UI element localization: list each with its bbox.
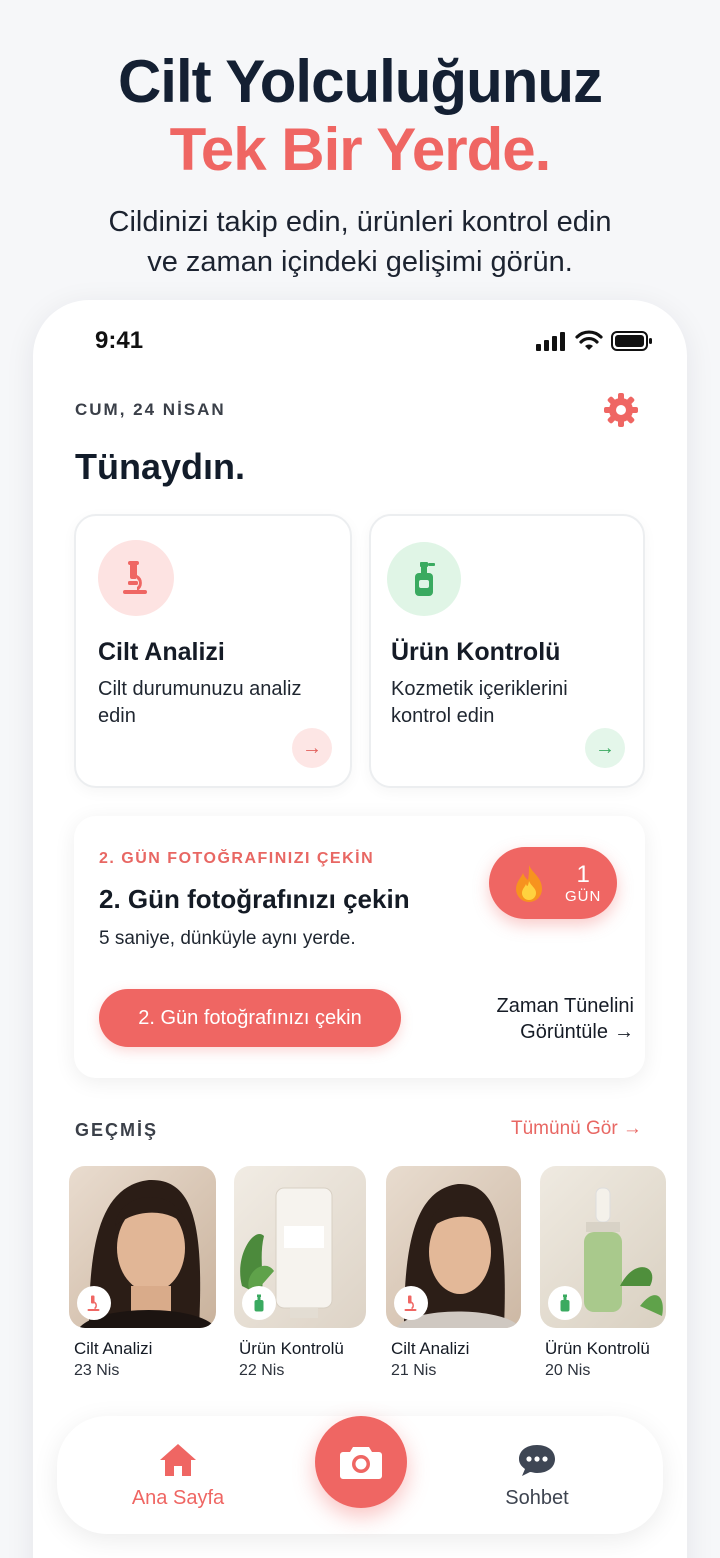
history-item-title: Cilt Analizi <box>391 1339 470 1358</box>
daily-kicker: 2. GÜN FOTOĞRAFINIZI ÇEKİN <box>99 850 375 867</box>
status-icons <box>535 330 653 352</box>
hero-subtitle-line1: Cildinizi takip edin, ürünleri kontrol e… <box>108 206 612 238</box>
hero-title-line2: Tek Bir Yerde. <box>169 116 552 183</box>
status-time: 9:41 <box>95 327 144 354</box>
bottle-icon <box>548 1286 582 1320</box>
history-title: GEÇMİŞ <box>75 1120 159 1140</box>
nav-home[interactable]: Ana Sayfa <box>123 1442 233 1510</box>
history-item[interactable]: Cilt Analizi 23 Nis <box>69 1166 216 1380</box>
history-item-date: 21 Nis <box>391 1362 437 1379</box>
arrow-right-icon[interactable]: → <box>585 728 625 768</box>
gear-icon[interactable] <box>603 392 639 428</box>
bottle-icon <box>242 1286 276 1320</box>
microscope-icon <box>77 1286 111 1320</box>
timeline-line1: Zaman Tünelini <box>496 995 634 1017</box>
nav-chat-label: Sohbet <box>505 1487 569 1509</box>
camera-icon <box>340 1447 382 1479</box>
skin-analysis-card[interactable]: Cilt Analizi Cilt durumunuzu analiz edin… <box>74 514 352 788</box>
header-date: CUM, 24 NİSAN <box>75 400 226 419</box>
phone-frame: 9:41 CUM, 24 NİSAN Tünaydın. Cilt Analiz… <box>33 300 687 1558</box>
history-item-title: Ürün Kontrolü <box>545 1339 650 1358</box>
daily-description: 5 saniye, dünküyle aynı yerde. <box>99 928 356 949</box>
battery-icon <box>611 331 652 351</box>
daily-photo-card: 2. GÜN FOTOĞRAFINIZI ÇEKİN 2. Gün fotoğr… <box>74 816 645 1078</box>
product-photo <box>540 1166 666 1328</box>
nav-home-label: Ana Sayfa <box>131 1487 225 1509</box>
greeting: Tünaydın. <box>75 446 245 487</box>
view-timeline-link[interactable]: Zaman Tünelini Görüntüle → <box>444 993 634 1045</box>
streak-unit: GÜN <box>565 887 602 905</box>
face-photo <box>386 1166 521 1328</box>
history-item-title: Ürün Kontrolü <box>239 1339 344 1358</box>
hero-section: Cilt Yolculuğunuz Tek Bir Yerde. Cildini… <box>0 48 720 282</box>
microscope-icon <box>394 1286 428 1320</box>
history-item-date: 20 Nis <box>545 1362 591 1379</box>
camera-button[interactable] <box>315 1416 407 1508</box>
hero-title: Cilt Yolculuğunuz Tek Bir Yerde. <box>0 48 720 184</box>
product-photo <box>234 1166 366 1328</box>
history-item[interactable]: Ürün Kontrolü 20 Nis <box>540 1166 666 1380</box>
wifi-icon <box>575 330 603 350</box>
take-photo-button[interactable]: 2. Gün fotoğrafınızı çekin <box>99 989 401 1047</box>
history-item-date: 23 Nis <box>74 1362 120 1379</box>
nav-chat[interactable]: Sohbet <box>487 1442 587 1510</box>
home-icon <box>160 1444 196 1476</box>
fire-icon <box>516 865 542 902</box>
streak-count: 1 GÜN <box>565 860 602 905</box>
product-check-card[interactable]: Ürün Kontrolü Kozmetik içeriklerini kont… <box>369 514 645 788</box>
arrow-right-icon: → <box>614 1021 634 1043</box>
streak-badge: 1 GÜN <box>489 847 617 919</box>
status-bar: 9:41 <box>95 326 653 356</box>
see-all-link[interactable]: Tümünü Gör → <box>511 1118 642 1140</box>
streak-number: 1 <box>576 860 590 888</box>
face-photo <box>69 1166 216 1328</box>
hero-subtitle: Cildinizi takip edin, ürünleri kontrol e… <box>0 202 720 282</box>
hero-subtitle-line2: ve zaman içindeki gelişimi görün. <box>147 246 573 278</box>
bottle-icon <box>387 542 461 616</box>
daily-title: 2. Gün fotoğrafınızı çekin <box>99 884 410 914</box>
timeline-line2: Görüntüle <box>520 1021 608 1043</box>
history-item-date: 22 Nis <box>239 1362 285 1379</box>
arrow-right-icon[interactable]: → <box>292 728 332 768</box>
skin-analysis-description: Cilt durumunuzu analiz edin <box>98 678 302 727</box>
skin-analysis-title: Cilt Analizi <box>98 638 225 666</box>
signal-icon <box>536 332 565 351</box>
product-check-description: Kozmetik içeriklerini kontrol edin <box>391 678 568 727</box>
history-item[interactable]: Cilt Analizi 21 Nis <box>386 1166 521 1380</box>
microscope-icon <box>98 540 174 616</box>
chat-icon <box>519 1445 555 1476</box>
history-item-title: Cilt Analizi <box>74 1339 153 1358</box>
product-check-title: Ürün Kontrolü <box>391 638 561 666</box>
hero-title-line1: Cilt Yolculuğunuz <box>117 48 603 115</box>
history-item[interactable]: Ürün Kontrolü 22 Nis <box>234 1166 366 1380</box>
